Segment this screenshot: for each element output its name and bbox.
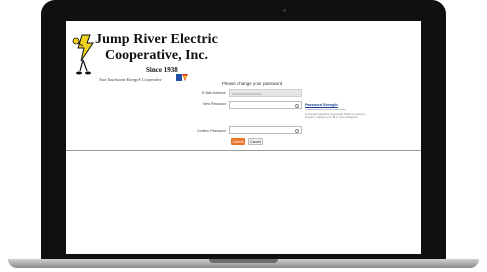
since-year: Since 1938	[146, 66, 178, 74]
touchstone-icon	[176, 74, 188, 81]
tagline: Your Touchstone Energy® Cooperative	[99, 77, 162, 82]
browser-screen: Jump River Electric Cooperative, Inc. Si…	[66, 21, 421, 254]
new-password-input[interactable]	[229, 101, 302, 109]
form-prompt: Please change your password	[222, 81, 283, 86]
page-divider	[66, 150, 421, 151]
submit-button[interactable]: Submit	[231, 138, 245, 145]
confirm-password-label: Confirm Password	[197, 129, 226, 133]
password-hint: A stronger password, is generally harder…	[305, 113, 366, 119]
email-field	[229, 89, 302, 97]
eye-icon[interactable]	[295, 128, 299, 133]
eye-icon[interactable]	[295, 103, 299, 108]
new-password-label: New Password	[203, 102, 227, 106]
laptop-notch	[209, 259, 278, 263]
cancel-button[interactable]: Cancel	[248, 138, 263, 145]
strength-meter	[305, 109, 346, 110]
company-name-line2: Cooperative, Inc.	[105, 48, 209, 63]
webcam	[283, 9, 286, 12]
confirm-password-input[interactable]	[229, 126, 302, 134]
password-strength-link[interactable]: Password Strength	[305, 103, 338, 107]
company-name-line1: Jump River Electric	[95, 32, 218, 47]
email-label: E-Mail Address	[202, 91, 226, 95]
email-value-redacted	[232, 93, 262, 95]
